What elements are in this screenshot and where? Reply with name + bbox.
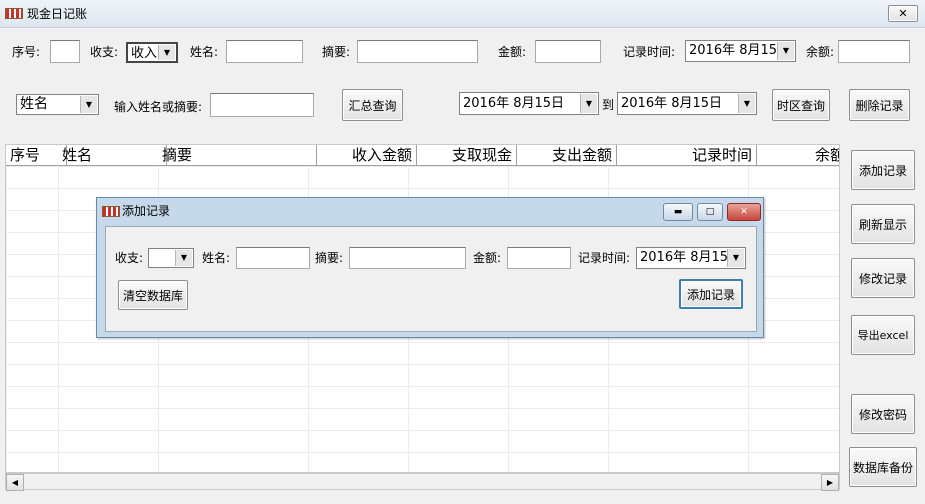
chevron-down-icon: ▼ — [580, 94, 597, 113]
col-header-summary[interactable]: 摘要 — [158, 145, 317, 165]
col-header-time[interactable]: 记录时间 — [608, 145, 757, 165]
summary-label: 摘要: — [322, 45, 351, 59]
dialog-summary-label: 摘要: — [315, 251, 344, 265]
add-record-dialog: 添加记录 ▬ □ ✕ 收支: ▼ 姓名: 摘要: 金额: 记录时间: 2016年… — [96, 197, 764, 338]
title-bar: 现金日记账 ✕ — [0, 0, 925, 28]
search-field-value: 姓名 — [20, 96, 48, 112]
col-header-expense[interactable]: 支出金额 — [508, 145, 617, 165]
name-label: 姓名: — [190, 45, 219, 59]
close-button[interactable]: ✕ — [888, 5, 918, 22]
minimize-icon: ▬ — [673, 207, 683, 217]
range-query-button[interactable]: 时区查询 — [772, 89, 830, 121]
add-record-button[interactable]: 添加记录 — [851, 150, 915, 190]
col-header-balance[interactable]: 余额 — [748, 145, 839, 165]
dialog-title: 添加记录 — [122, 204, 171, 218]
export-excel-button[interactable]: 导出excel — [851, 315, 915, 355]
dialog-type-label: 收支: — [115, 251, 144, 265]
amount-input[interactable] — [535, 40, 601, 63]
type-label: 收支: — [90, 45, 119, 59]
edit-record-button[interactable]: 修改记录 — [851, 258, 915, 298]
dialog-name-label: 姓名: — [202, 251, 231, 265]
dialog-close-button[interactable]: ✕ — [727, 203, 761, 221]
balance-input[interactable] — [838, 40, 910, 63]
arrow-right-icon[interactable]: ▶ — [821, 474, 839, 491]
delete-record-button[interactable]: 删除记录 — [849, 89, 910, 121]
keyword-input[interactable] — [210, 93, 314, 117]
dialog-amount-label: 金额: — [473, 251, 502, 265]
balance-label: 余额: — [806, 45, 835, 59]
maximize-button[interactable]: □ — [697, 203, 723, 221]
date-to-label: 到 — [602, 98, 615, 112]
date-from-picker[interactable]: 2016年 8月15日 ▼ — [459, 92, 599, 115]
window-title: 现金日记账 — [27, 7, 88, 21]
dialog-add-record-button[interactable]: 添加记录 — [679, 279, 743, 309]
dialog-time-label: 记录时间: — [578, 251, 631, 265]
chevron-down-icon: ▼ — [777, 42, 794, 60]
dialog-type-select[interactable]: ▼ — [148, 248, 194, 268]
time-picker[interactable]: 2016年 8月15日 ▼ — [685, 40, 796, 62]
app-icon — [102, 206, 120, 217]
clear-database-button[interactable]: 清空数据库 — [118, 280, 188, 310]
grid-divider — [58, 166, 59, 472]
refresh-button[interactable]: 刷新显示 — [851, 204, 915, 244]
close-icon: ✕ — [740, 207, 748, 217]
dialog-time-picker[interactable]: 2016年 8月15日 ▼ — [636, 247, 746, 269]
date-to-picker[interactable]: 2016年 8月15日 ▼ — [617, 92, 757, 115]
amount-label: 金额: — [498, 45, 527, 59]
chevron-down-icon: ▼ — [738, 94, 755, 113]
chevron-down-icon: ▼ — [158, 45, 175, 60]
dialog-name-input[interactable] — [236, 247, 310, 269]
chevron-down-icon: ▼ — [80, 96, 97, 113]
chevron-down-icon: ▼ — [727, 249, 744, 267]
type-select[interactable]: 收入 ▼ — [126, 42, 178, 63]
col-header-withdraw[interactable]: 支取现金 — [408, 145, 517, 165]
summary-input[interactable] — [357, 40, 478, 63]
type-select-value: 收入 — [131, 46, 158, 61]
chevron-down-icon: ▼ — [175, 250, 192, 266]
dialog-body: 收支: ▼ 姓名: 摘要: 金额: 记录时间: 2016年 8月15日 ▼ 清空… — [105, 226, 757, 332]
time-picker-value: 2016年 8月15日 — [689, 43, 791, 58]
change-password-button[interactable]: 修改密码 — [851, 394, 915, 434]
date-to-value: 2016年 8月15日 — [621, 96, 723, 111]
horizontal-scrollbar[interactable]: ◀ ▶ — [5, 473, 840, 491]
keyword-label: 输入姓名或摘要: — [114, 100, 203, 114]
close-icon: ✕ — [898, 7, 908, 20]
backup-database-button[interactable]: 数据库备份 — [849, 447, 917, 487]
seq-input[interactable] — [50, 40, 80, 63]
arrow-left-icon[interactable]: ◀ — [6, 474, 24, 491]
name-input[interactable] — [226, 40, 303, 63]
minimize-button[interactable]: ▬ — [663, 203, 693, 221]
dialog-summary-input[interactable] — [349, 247, 466, 269]
time-label: 记录时间: — [623, 45, 676, 59]
search-field-select[interactable]: 姓名 ▼ — [16, 94, 99, 115]
app-icon — [5, 8, 23, 19]
col-header-name[interactable]: 姓名 — [58, 145, 167, 165]
summary-query-button[interactable]: 汇总查询 — [342, 89, 403, 121]
table-header: 序号 姓名 摘要 收入金额 支取现金 支出金额 记录时间 余额 — [6, 145, 839, 166]
col-header-income[interactable]: 收入金额 — [308, 145, 417, 165]
seq-label: 序号: — [12, 45, 41, 59]
dialog-amount-input[interactable] — [507, 247, 571, 269]
dialog-time-value: 2016年 8月15日 — [640, 250, 742, 265]
date-from-value: 2016年 8月15日 — [463, 96, 565, 111]
maximize-icon: □ — [705, 207, 715, 217]
